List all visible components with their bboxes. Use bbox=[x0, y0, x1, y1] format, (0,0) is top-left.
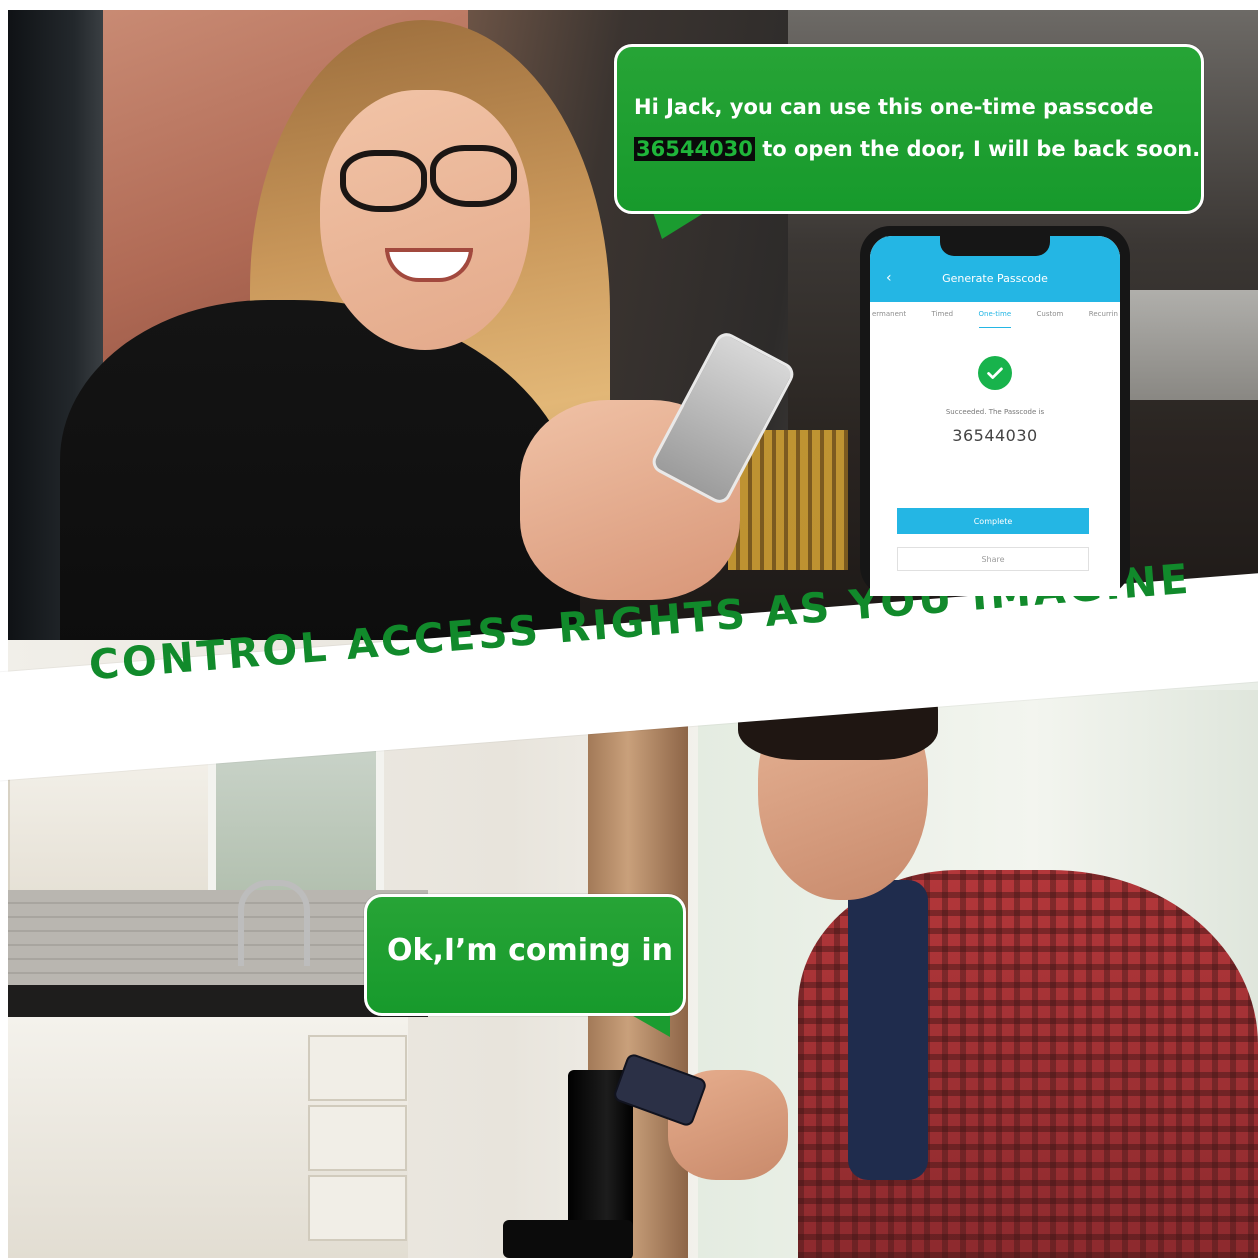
background-window-light bbox=[1128, 290, 1258, 400]
check-circle-icon bbox=[978, 356, 1012, 390]
complete-button[interactable]: Complete bbox=[897, 508, 1089, 534]
top-bubble-line-2: 36544030 to open the door, I will be bac… bbox=[634, 137, 1200, 161]
woman-glasses-right-lens bbox=[430, 145, 517, 207]
kitchen-drawer bbox=[308, 1035, 407, 1101]
phone-notch bbox=[940, 236, 1050, 256]
success-message: Succeeded. The Passcode is bbox=[945, 408, 1045, 416]
kitchen-faucet bbox=[238, 880, 310, 966]
generated-passcode: 36544030 bbox=[952, 426, 1038, 445]
door-lock-handle bbox=[503, 1220, 633, 1258]
tab-one-time[interactable]: One-time bbox=[978, 310, 1012, 328]
app-title: Generate Passcode bbox=[942, 272, 1048, 285]
top-bubble-line-2-rest: to open the door, I will be back soon. bbox=[754, 137, 1201, 161]
kitchen-drawer bbox=[308, 1175, 407, 1241]
top-bubble-line-1: Hi Jack, you can use this one-time passc… bbox=[634, 95, 1154, 119]
advert-canvas: CONTROL ACCESS RIGHTS AS YOU IMAGINE ‹ G… bbox=[0, 0, 1258, 1258]
share-button[interactable]: Share bbox=[897, 547, 1089, 571]
passcode-type-tabs: ermanent Timed One-time Custom Recurrin bbox=[870, 310, 1120, 328]
tab-permanent[interactable]: ermanent bbox=[872, 310, 906, 328]
woman-face bbox=[320, 90, 530, 350]
phone-screen: ‹ Generate Passcode ermanent Timed One-t… bbox=[870, 236, 1120, 596]
phone-mockup: ‹ Generate Passcode ermanent Timed One-t… bbox=[860, 226, 1130, 596]
highlighted-passcode: 36544030 bbox=[634, 137, 755, 161]
tab-custom[interactable]: Custom bbox=[1037, 310, 1064, 328]
bottom-bubble-text: Ok,I’m coming in bbox=[387, 933, 673, 968]
bottom-speech-bubble: Ok,I’m coming in bbox=[364, 894, 686, 1016]
app-header: ‹ Generate Passcode bbox=[870, 236, 1120, 302]
man-navy-tshirt bbox=[848, 880, 928, 1180]
tab-timed[interactable]: Timed bbox=[932, 310, 954, 328]
tab-recurring[interactable]: Recurrin bbox=[1089, 310, 1118, 328]
kitchen-drawer bbox=[308, 1105, 407, 1171]
woman-glasses-left-lens bbox=[340, 150, 427, 212]
top-speech-bubble: Hi Jack, you can use this one-time passc… bbox=[614, 44, 1204, 214]
